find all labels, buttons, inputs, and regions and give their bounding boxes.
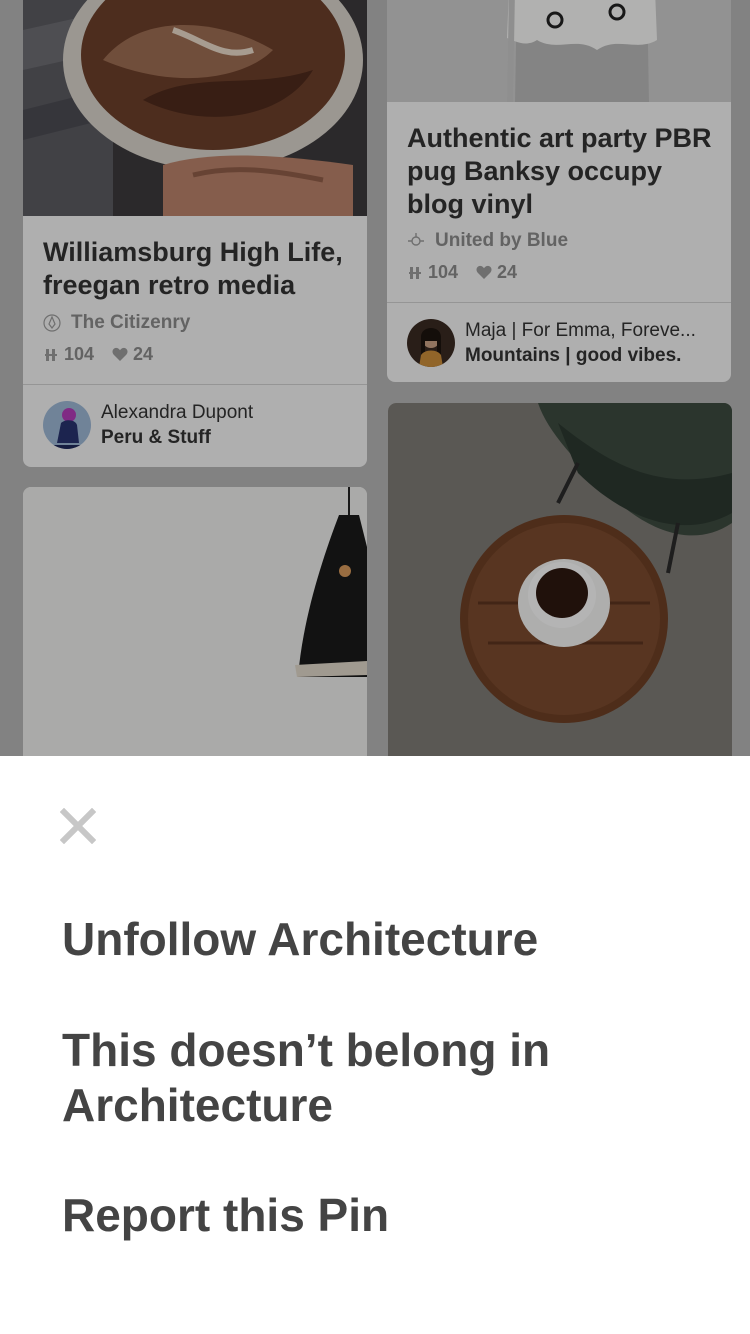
board-name: Mountains | good vibes.	[465, 345, 682, 366]
doesnt-belong-option[interactable]: This doesn’t belong in Architecture	[62, 1023, 682, 1133]
pin-source[interactable]: The Citizenry	[43, 312, 190, 334]
pin-attribution[interactable]: Maja | For Emma, Foreve... Mountains | g…	[407, 318, 715, 368]
close-button[interactable]	[58, 806, 98, 846]
pin-card[interactable]	[388, 403, 732, 756]
pin-card[interactable]	[23, 487, 367, 756]
pin-stats: 104 24	[43, 344, 153, 365]
citizenry-logo-icon	[43, 314, 61, 332]
close-icon	[60, 808, 96, 844]
pin-image-lamp[interactable]	[23, 487, 367, 756]
avatar[interactable]	[407, 319, 455, 367]
pin-card[interactable]: Authentic art party PBR pug Banksy occup…	[387, 0, 731, 382]
pin-source-name: The Citizenry	[71, 312, 191, 333]
pin-feed: Williamsburg High Life, freegan retro me…	[0, 0, 750, 756]
pin-source-name: United by Blue	[435, 230, 569, 251]
pin-image-fashion[interactable]	[387, 0, 731, 102]
repin-icon	[45, 348, 57, 361]
like-count: 24	[133, 344, 154, 364]
card-divider	[387, 302, 731, 303]
pin-image-coffee[interactable]	[388, 403, 732, 756]
pin-card[interactable]: Williamsburg High Life, freegan retro me…	[23, 0, 367, 467]
pinner-name: Maja | For Emma, Foreve...	[465, 320, 696, 341]
heart-icon	[112, 347, 128, 361]
repin-count: 104	[428, 262, 459, 282]
repin-icon	[409, 266, 421, 279]
pin-source[interactable]: United by Blue	[407, 230, 568, 252]
pinner-name: Alexandra Dupont	[101, 402, 254, 423]
card-divider	[23, 384, 367, 385]
unfollow-board-option[interactable]: Unfollow Architecture	[62, 912, 682, 967]
pin-stats: 104 24	[407, 262, 517, 283]
repin-count: 104	[64, 344, 95, 364]
pin-attribution[interactable]: Alexandra Dupont Peru & Stuff	[43, 400, 351, 450]
board-name: Peru & Stuff	[101, 427, 211, 448]
pin-title: Williamsburg High Life, freegan retro me…	[43, 237, 343, 300]
report-pin-option[interactable]: Report this Pin	[62, 1188, 682, 1243]
like-count: 24	[497, 262, 518, 282]
avatar[interactable]	[43, 401, 91, 449]
pin-title: Authentic art party PBR pug Banksy occup…	[407, 123, 712, 219]
united-by-blue-logo-icon	[408, 233, 424, 246]
heart-icon	[476, 265, 492, 279]
pin-image-bowl[interactable]	[23, 0, 367, 216]
